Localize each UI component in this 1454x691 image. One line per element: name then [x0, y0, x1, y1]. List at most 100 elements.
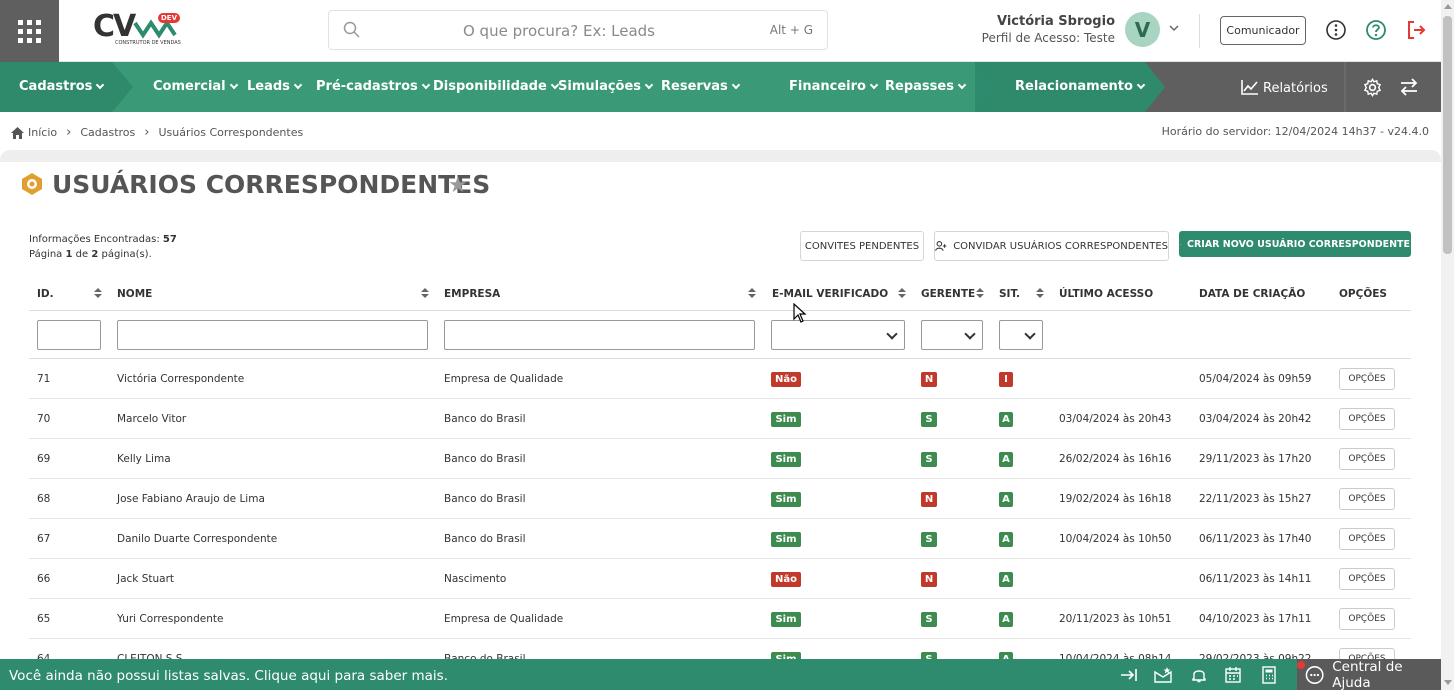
cell-empresa: Empresa de Qualidade: [444, 373, 564, 385]
convites-pendentes-button[interactable]: CONVITES PENDENTES: [800, 231, 924, 261]
breadcrumb: Início › Cadastros › Usuários Correspond…: [11, 125, 303, 140]
content-top-edge: [0, 150, 1441, 162]
page-title-icon: [22, 173, 42, 195]
breadcrumb-cadastros[interactable]: Cadastros: [80, 126, 135, 139]
search-input[interactable]: [369, 19, 749, 43]
table-row: 71 Victória Correspondente Empresa de Qual…: [29, 359, 1411, 399]
col-header-situacao[interactable]: SIT.: [999, 278, 1020, 310]
situacao-badge: A: [999, 452, 1013, 467]
row-options-button[interactable]: OPÇÕES: [1339, 408, 1395, 430]
filter-id-input[interactable]: [37, 320, 101, 350]
gerente-badge: N: [921, 492, 937, 507]
page-scrollbar[interactable]: [1441, 0, 1454, 690]
row-options-button[interactable]: OPÇÕES: [1339, 488, 1395, 510]
nav-financeiro[interactable]: Financeiro: [789, 79, 879, 94]
logout-icon[interactable]: [1405, 19, 1427, 41]
situacao-badge: A: [999, 612, 1013, 627]
table-row: 67 Danilo Duarte Correspondente Banco do B…: [29, 519, 1411, 559]
filter-nome-input[interactable]: [117, 320, 428, 350]
col-header-gerente[interactable]: GERENTE: [921, 278, 975, 310]
col-header-empresa[interactable]: EMPRESA: [444, 278, 500, 310]
situacao-badge: A: [999, 572, 1013, 587]
footer-bar: Você ainda não possui listas salvas. Cli…: [0, 659, 1441, 691]
table-row: 66 Jack Stuart Nascimento Não N A 06/11/2023 à…: [29, 559, 1411, 599]
convidar-usuarios-button[interactable]: CONVIDAR USUÁRIOS CORRESPONDENTES: [934, 231, 1169, 261]
sort-icon[interactable]: [976, 288, 984, 300]
nav-reservas[interactable]: Reservas: [661, 79, 741, 94]
filter-empresa-input[interactable]: [444, 320, 755, 350]
nav-relacionamento[interactable]: Relacionamento: [1015, 79, 1146, 94]
top-header: CV DEV CONSTRUTOR DE VENDAS Alt + G Vict…: [0, 0, 1441, 62]
chat-bubble-icon: [1305, 665, 1324, 684]
more-options-icon[interactable]: [1325, 19, 1347, 41]
collapse-arrow-icon[interactable]: [1120, 666, 1138, 684]
nav-repasses[interactable]: Repasses: [885, 79, 967, 94]
scrollbar-thumb[interactable]: [1443, 16, 1452, 254]
nav-comercial[interactable]: Comercial: [153, 79, 238, 94]
col-header-id[interactable]: ID.: [37, 278, 54, 310]
col-header-data-criacao[interactable]: DATA DE CRIAÇÃO: [1199, 278, 1305, 310]
nav-leads[interactable]: Leads: [247, 79, 303, 94]
cell-empresa: Banco do Brasil: [444, 533, 526, 545]
scroll-up-arrow-icon[interactable]: [1444, 4, 1452, 9]
search-shortcut: Alt + G: [769, 23, 813, 37]
col-header-ultimo-acesso[interactable]: ÚLTIMO ACESSO: [1059, 278, 1153, 310]
search-icon: [343, 21, 360, 38]
row-options-button[interactable]: OPÇÕES: [1339, 568, 1395, 590]
filter-gerente-select[interactable]: [921, 320, 983, 350]
cell-nome: Yuri Correspondente: [117, 613, 224, 625]
calculator-icon[interactable]: [1260, 666, 1278, 684]
chart-line-icon: [1241, 80, 1258, 95]
mail-star-icon[interactable]: [1154, 666, 1172, 684]
page-title: USUÁRIOS CORRESPONDENTES: [52, 170, 491, 199]
filter-situacao-select[interactable]: [999, 320, 1043, 350]
user-info[interactable]: Victória Sbrogio Perfil de Acesso: Teste: [960, 14, 1115, 45]
favorite-star-icon[interactable]: ★: [448, 172, 468, 198]
col-header-nome[interactable]: NOME: [117, 278, 152, 310]
row-options-button[interactable]: OPÇÕES: [1339, 528, 1395, 550]
table-row: 68 Jose Fabiano Araujo de Lima Banco do Br…: [29, 479, 1411, 519]
row-options-button[interactable]: OPÇÕES: [1339, 608, 1395, 630]
saved-lists-message[interactable]: Você ainda não possui listas salvas. Cli…: [9, 668, 448, 684]
criar-usuario-button[interactable]: CRIAR NOVO USUÁRIO CORRESPONDENTE: [1179, 231, 1411, 257]
central-de-ajuda-button[interactable]: Central de Ajuda: [1297, 659, 1441, 691]
calendar-icon[interactable]: [1224, 666, 1242, 684]
filter-email-select[interactable]: [771, 320, 905, 350]
apps-grid-icon[interactable]: [0, 0, 59, 62]
cell-data-criacao: 06/11/2023 às 17h40: [1199, 533, 1312, 545]
gear-icon[interactable]: [1363, 78, 1382, 97]
avatar[interactable]: V: [1125, 12, 1160, 47]
scroll-down-arrow-icon[interactable]: [1444, 680, 1452, 685]
cell-ultimo-acesso: 19/02/2024 às 16h18: [1059, 493, 1172, 505]
table-row: 65 Yuri Correspondente Empresa de Qualidad…: [29, 599, 1411, 639]
sort-icon[interactable]: [1036, 288, 1044, 300]
logo[interactable]: CV DEV CONSTRUTOR DE VENDAS: [93, 9, 185, 49]
sort-icon[interactable]: [94, 288, 102, 300]
help-icon[interactable]: [1365, 19, 1387, 41]
bell-icon[interactable]: [1190, 666, 1208, 684]
chevron-right-icon: ›: [66, 125, 72, 140]
breadcrumb-home[interactable]: Início: [11, 126, 57, 139]
email-verified-badge: Sim: [771, 412, 801, 427]
nav-relatorios[interactable]: Relatórios: [1241, 79, 1328, 96]
nav-disponibilidade[interactable]: Disponibilidade: [433, 79, 560, 94]
swap-icon[interactable]: [1399, 78, 1419, 96]
sort-icon[interactable]: [898, 288, 906, 300]
row-options-button[interactable]: OPÇÕES: [1339, 448, 1395, 470]
cell-nome: Jack Stuart: [117, 573, 175, 585]
email-verified-badge: Sim: [771, 452, 801, 467]
comunicador-button[interactable]: Comunicador: [1220, 16, 1306, 45]
chevron-down-icon[interactable]: [1168, 22, 1180, 34]
search-box[interactable]: Alt + G: [328, 10, 828, 50]
cell-id: 66: [37, 573, 51, 585]
sort-icon[interactable]: [421, 288, 429, 300]
cell-id: 69: [37, 453, 51, 465]
nav-pre-cadastros[interactable]: Pré-cadastros: [316, 79, 430, 94]
nav-simulacoes[interactable]: Simulações: [558, 79, 654, 94]
col-header-email[interactable]: E-MAIL VERIFICADO: [772, 278, 888, 310]
cell-nome: Danilo Duarte Correspondente: [117, 533, 278, 545]
sort-icon[interactable]: [748, 288, 756, 300]
logo-text: CV: [93, 9, 136, 44]
row-options-button[interactable]: OPÇÕES: [1339, 368, 1395, 390]
nav-cadastros[interactable]: Cadastros: [19, 79, 105, 94]
